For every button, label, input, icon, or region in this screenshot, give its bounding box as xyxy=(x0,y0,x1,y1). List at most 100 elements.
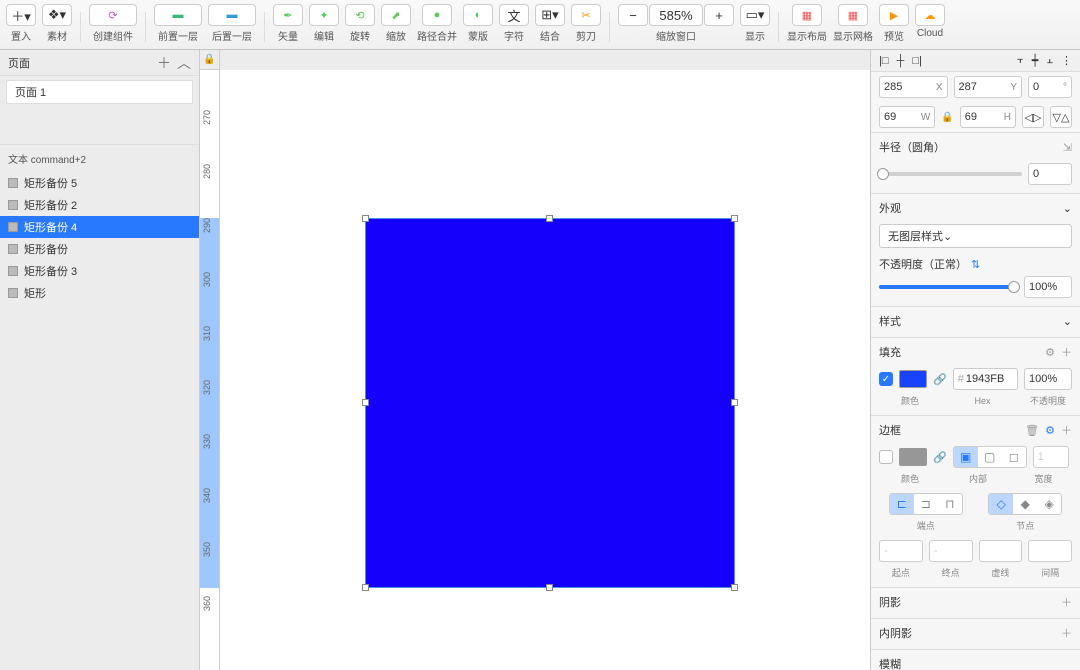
border-color-sublabel: 颜色 xyxy=(893,472,927,485)
show-grid-label: 显示网格 xyxy=(833,28,873,43)
zoom-in-button[interactable]: + xyxy=(704,4,734,26)
layer-item[interactable]: 矩形备份 4 xyxy=(0,216,199,238)
fill-settings-icon[interactable]: ⚙ xyxy=(1045,346,1055,359)
end-arrow-input[interactable]: - xyxy=(929,540,973,562)
layer-style-dropdown[interactable]: 无图层样式⌄ xyxy=(879,224,1072,248)
border-link-icon[interactable]: 🔗 xyxy=(933,451,947,464)
dash-sublabel: 虚线 xyxy=(979,566,1023,579)
add-border-icon[interactable]: ＋ xyxy=(1061,422,1072,438)
width-input[interactable]: W xyxy=(879,106,935,128)
border-inner-sublabel: 内部 xyxy=(941,472,1015,485)
vector-button[interactable]: ✒ xyxy=(273,4,303,26)
bring-forward-button[interactable]: ▬ xyxy=(154,4,202,26)
border-label: 边框 xyxy=(879,422,901,438)
blend-mode-icon[interactable]: ⇅ xyxy=(971,258,980,271)
border-width-input[interactable] xyxy=(1033,446,1069,468)
add-shadow-icon[interactable]: ＋ xyxy=(1061,594,1072,610)
layer-item[interactable]: 矩形备份 5 xyxy=(0,172,199,194)
rotate-button[interactable]: ⟲ xyxy=(345,4,375,26)
rotation-input[interactable]: ° xyxy=(1028,76,1072,98)
layer-item[interactable]: 矩形 xyxy=(0,282,199,304)
add-fill-icon[interactable]: ＋ xyxy=(1061,344,1072,360)
border-swatch[interactable] xyxy=(899,448,927,466)
layer-item[interactable]: 矩形备份 3 xyxy=(0,260,199,282)
border-settings-icon[interactable]: ⚙ xyxy=(1045,424,1055,437)
scale-button[interactable]: ⬈ xyxy=(381,4,411,26)
align-top-icon[interactable]: ⫟ xyxy=(1017,54,1024,67)
appearance-chevron-icon[interactable]: ⌄ xyxy=(1063,202,1072,215)
radius-expand-icon[interactable]: ⇲ xyxy=(1063,141,1072,154)
page-item[interactable]: 页面 1 xyxy=(6,80,193,104)
preview-button[interactable]: ▶ xyxy=(879,4,909,26)
layer-item[interactable]: 矩形备份 xyxy=(0,238,199,260)
add-page-icon[interactable]: ＋ xyxy=(157,53,171,73)
scale-label: 缩放 xyxy=(386,28,406,43)
left-panel: 页面 ＋ ︿ 页面 1 文本 command+2 矩形备份 5矩形备份 2矩形备… xyxy=(0,50,200,670)
mask-label: 蒙版 xyxy=(468,28,488,43)
border-delete-icon[interactable]: 🗑 xyxy=(1025,424,1039,437)
canvas[interactable] xyxy=(220,70,870,670)
send-backward-button[interactable]: ▬ xyxy=(208,4,256,26)
flip-h-button[interactable]: ◁▷ xyxy=(1022,106,1044,128)
opacity-slider[interactable] xyxy=(879,285,1018,289)
zoom-value[interactable]: 585% xyxy=(649,4,703,26)
x-input[interactable]: X xyxy=(879,76,948,98)
fill-swatch[interactable] xyxy=(899,370,927,388)
node-segment[interactable]: ◇◆◈ xyxy=(988,493,1062,515)
align-bottom-icon[interactable]: ⫠ xyxy=(1046,54,1053,67)
combine-label: 结合 xyxy=(540,28,560,43)
show-grid-button[interactable]: ▦ xyxy=(838,4,868,26)
layer-icon xyxy=(8,288,18,298)
layer-name: 矩形备份 4 xyxy=(24,219,77,235)
cloud-button[interactable]: ☁ xyxy=(915,4,945,26)
add-inner-shadow-icon[interactable]: ＋ xyxy=(1061,625,1072,641)
lock-aspect-icon[interactable]: 🔒 xyxy=(941,112,953,123)
fill-enabled-checkbox[interactable]: ✓ xyxy=(879,372,893,386)
radius-slider[interactable] xyxy=(879,172,1022,176)
align-right-icon[interactable]: □| xyxy=(912,55,922,67)
gap-input[interactable] xyxy=(1028,540,1072,562)
radius-input[interactable] xyxy=(1028,163,1072,185)
insert-label: 置入 xyxy=(11,28,31,43)
layer-item[interactable]: 矩形备份 2 xyxy=(0,194,199,216)
dash-input[interactable] xyxy=(979,540,1023,562)
lock-icon[interactable]: 🔒 xyxy=(200,50,220,70)
layer-icon xyxy=(8,178,18,188)
link-icon[interactable]: 🔗 xyxy=(933,373,947,386)
show-layout-button[interactable]: ▦ xyxy=(792,4,822,26)
insert-button[interactable]: ＋▾ xyxy=(6,4,36,26)
cap-segment[interactable]: ⊏⊐⊓ xyxy=(889,493,963,515)
material-button[interactable]: ❖▾ xyxy=(42,4,72,26)
flip-v-button[interactable]: ▽△ xyxy=(1050,106,1072,128)
union-button[interactable]: ● xyxy=(422,4,452,26)
fill-color-sublabel: 颜色 xyxy=(893,394,927,407)
selected-shape[interactable] xyxy=(365,218,735,588)
align-middle-icon[interactable]: ┿ xyxy=(1032,54,1039,67)
border-enabled-checkbox[interactable] xyxy=(879,450,893,464)
combine-button[interactable]: ⊞▾ xyxy=(535,4,565,26)
height-input[interactable]: H xyxy=(960,106,1016,128)
align-row: |□ ┼ □| ⫟ ┿ ⫠ ⋮ xyxy=(871,50,1080,72)
zoom-out-button[interactable]: − xyxy=(618,4,648,26)
show-button[interactable]: ▭▾ xyxy=(740,4,770,26)
align-left-icon[interactable]: |□ xyxy=(879,55,889,67)
scissors-button[interactable]: ✂ xyxy=(571,4,601,26)
union-label: 路径合并 xyxy=(417,28,457,43)
fill-label: 填充 xyxy=(879,344,901,360)
distribute-icon[interactable]: ⋮ xyxy=(1061,54,1072,67)
start-arrow-input[interactable]: - xyxy=(879,540,923,562)
collapse-pages-icon[interactable]: ︿ xyxy=(177,53,191,73)
edit-button[interactable]: ✦ xyxy=(309,4,339,26)
start-sublabel: 起点 xyxy=(879,566,923,579)
cap-sublabel: 端点 xyxy=(889,519,963,532)
text-button[interactable]: 文 xyxy=(499,4,529,26)
y-input[interactable]: Y xyxy=(954,76,1023,98)
style-chevron-icon[interactable]: ⌄ xyxy=(1063,315,1072,328)
opacity-input[interactable] xyxy=(1024,276,1072,298)
fill-opacity-input[interactable] xyxy=(1024,368,1072,390)
create-component-button[interactable]: ⟳ xyxy=(89,4,137,26)
border-position-segment[interactable]: ▣▢◻ xyxy=(953,446,1027,468)
fill-hex-input[interactable]: # xyxy=(953,368,1018,390)
mask-button[interactable]: ◐ xyxy=(463,4,493,26)
align-center-h-icon[interactable]: ┼ xyxy=(897,55,905,67)
